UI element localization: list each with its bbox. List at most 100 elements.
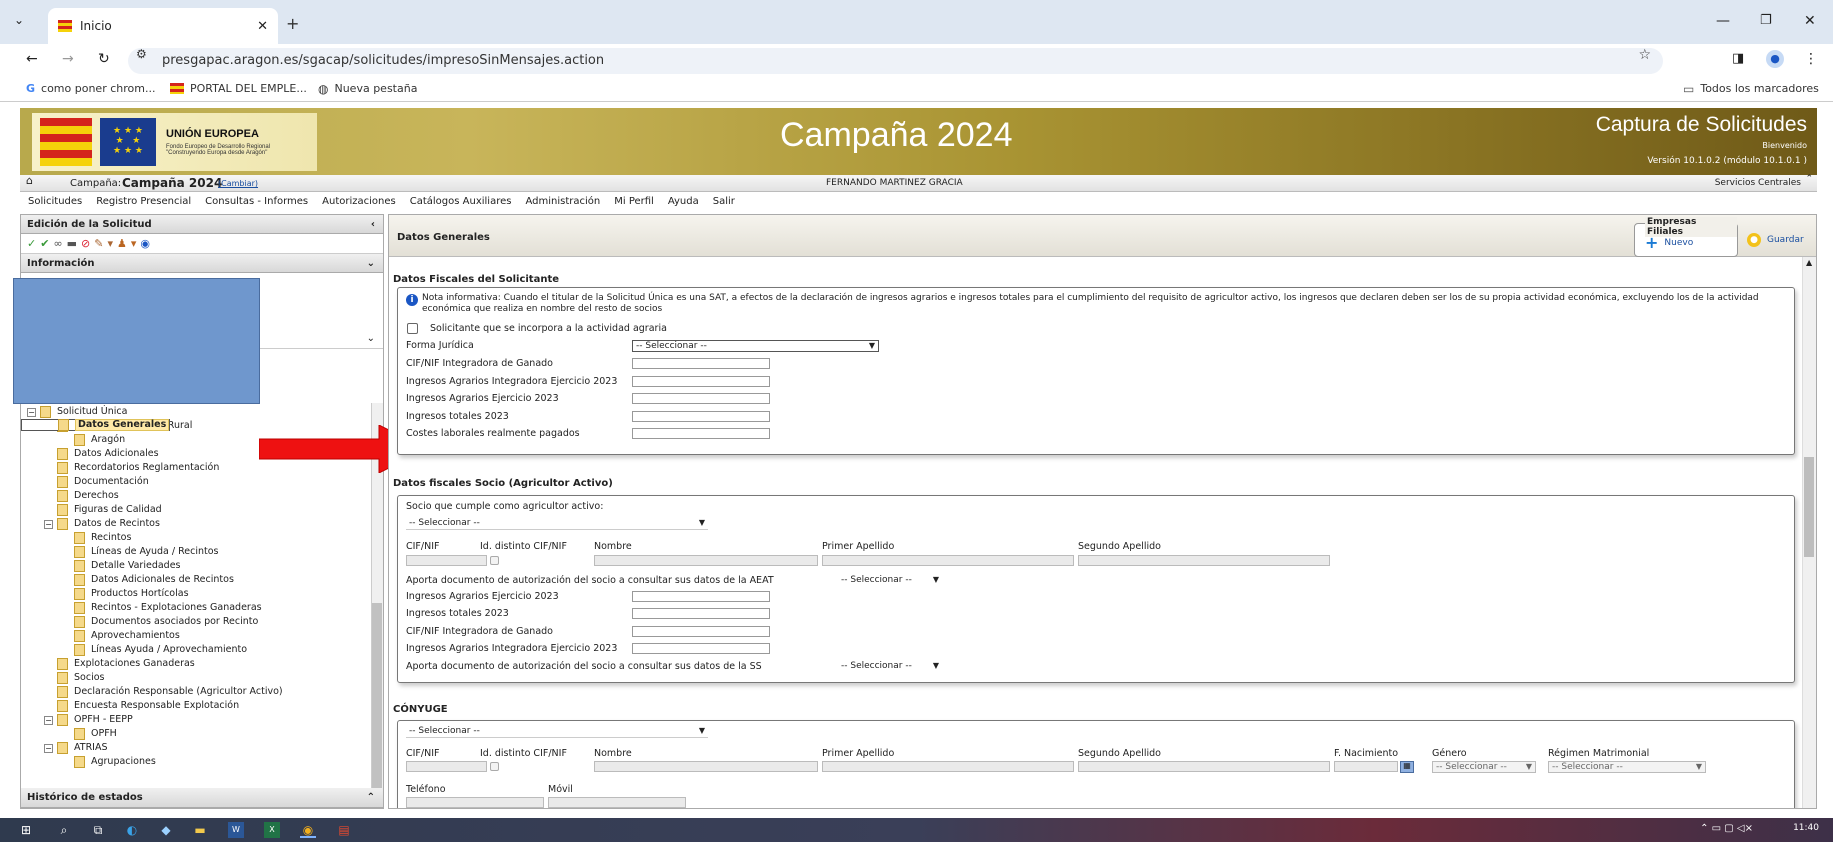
menu-consultas-informes[interactable]: Consultas - Informes <box>205 193 308 211</box>
costes-laborales-input[interactable] <box>632 428 770 439</box>
conyuge-nacimiento-input[interactable] <box>1334 761 1398 772</box>
close-window-icon[interactable]: ✕ <box>1804 14 1816 28</box>
word-icon[interactable]: W <box>228 822 244 838</box>
all-bookmarks[interactable]: ▭ Todos los marcadores <box>1683 82 1819 95</box>
cancel-icon[interactable]: ⊘ <box>81 237 94 250</box>
browser-tab[interactable]: Inicio ✕ <box>48 8 278 44</box>
home-icon[interactable]: ⌂ <box>26 175 33 186</box>
forward-icon[interactable]: → <box>62 52 74 66</box>
print-icon[interactable]: ▬ <box>67 237 81 250</box>
socio-ape2-input[interactable] <box>1078 555 1330 566</box>
system-tray-icons[interactable]: ⌃ ▭ ▢ ◁× <box>1700 823 1753 834</box>
tree-item[interactable]: − Datos de Recintos <box>21 517 385 531</box>
socio-ape1-input[interactable] <box>822 555 1074 566</box>
close-tab-icon[interactable]: ✕ <box>257 20 268 33</box>
guardar-button[interactable]: ● Guardar <box>1747 233 1804 247</box>
info-icon[interactable]: ◉ <box>140 237 154 250</box>
bookmark-star-icon[interactable]: ☆ <box>1638 48 1651 62</box>
menu-kebab-icon[interactable]: ⋮ <box>1804 52 1818 66</box>
ing-agrarios-input[interactable] <box>632 393 770 404</box>
socio-cif-input[interactable] <box>406 555 487 566</box>
conyuge-select[interactable]: -- Seleccionar -- ▼ <box>406 726 708 738</box>
tree-item[interactable]: Agrupaciones <box>21 755 385 769</box>
new-tab-icon[interactable]: + <box>286 16 299 32</box>
infinity-icon[interactable]: ∞ <box>53 237 66 250</box>
genero-select[interactable]: -- Seleccionar -- ▼ <box>1432 761 1536 773</box>
tree-item[interactable]: Recintos - Explotaciones Ganaderas <box>21 601 385 615</box>
tree-item[interactable]: − Solicitud Única <box>21 405 385 419</box>
socio-ing-totales-input[interactable] <box>632 608 770 619</box>
conyuge-ape2-input[interactable] <box>1078 761 1330 772</box>
cif-integradora-input[interactable] <box>632 358 770 369</box>
forma-juridica-select[interactable]: -- Seleccionar -- ▼ <box>632 340 879 352</box>
search-icon[interactable]: ⌕ <box>56 822 72 838</box>
menu-administracion[interactable]: Administración <box>525 193 600 211</box>
menu-solicitudes[interactable]: Solicitudes <box>28 193 82 211</box>
ss-select[interactable]: -- Seleccionar -- ▼ <box>838 661 942 673</box>
side-panel-icon[interactable]: ◨ <box>1732 52 1744 65</box>
restore-icon[interactable]: ❐ <box>1760 14 1772 27</box>
socio-ing-agrarios-input[interactable] <box>632 591 770 602</box>
nuevo-button[interactable]: + Nuevo <box>1645 235 1693 251</box>
validate-icon[interactable]: ✓ <box>27 237 40 250</box>
menu-catalogos-auxiliares[interactable]: Catálogos Auxiliares <box>410 193 512 211</box>
ing-totales-input[interactable] <box>632 411 770 422</box>
tree-item[interactable]: Aprovechamientos <box>21 629 385 643</box>
incorporacion-checkbox[interactable] <box>407 323 418 334</box>
collapse-left-icon[interactable]: ‹ <box>371 215 375 234</box>
bookmark-portal[interactable]: PORTAL DEL EMPLE... <box>170 82 307 95</box>
collapse-icon[interactable]: ⌃ <box>1805 175 1813 184</box>
collapse-node-icon[interactable]: − <box>44 743 53 753</box>
profile-icon[interactable]: ● <box>1766 50 1784 68</box>
info-panel-header[interactable]: Información ⌄ <box>21 254 383 273</box>
tab-list-icon[interactable]: ⌄ <box>14 14 24 26</box>
content-scrollbar[interactable]: ▲ <box>1802 257 1816 808</box>
windows-start-icon[interactable]: ⊞ <box>18 822 34 838</box>
tree-item[interactable]: Documentos asociados por Recinto <box>21 615 385 629</box>
menu-registro-presencial[interactable]: Registro Presencial <box>96 193 191 211</box>
back-icon[interactable]: ← <box>26 52 38 66</box>
collapse-node-icon[interactable]: − <box>27 407 36 417</box>
tree-item[interactable]: Socios <box>21 671 385 685</box>
tree-item[interactable]: Encuesta Responsable Explotación <box>21 699 385 713</box>
collapse-node-icon[interactable]: − <box>44 715 53 725</box>
menu-salir[interactable]: Salir <box>713 193 735 211</box>
chrome-icon[interactable]: ◉ <box>300 822 316 838</box>
change-campaign-link[interactable]: (Cambiar) <box>218 175 258 192</box>
tree-item[interactable]: Figuras de Calidad <box>21 503 385 517</box>
pdf-icon[interactable]: ▤ <box>336 822 352 838</box>
tree-item[interactable]: Declaración Responsable (Agricultor Acti… <box>21 685 385 699</box>
regimen-select[interactable]: -- Seleccionar -- ▼ <box>1548 761 1706 773</box>
minimize-icon[interactable]: — <box>1716 14 1730 28</box>
check-icon[interactable]: ✔ <box>40 237 53 250</box>
conyuge-nombre-input[interactable] <box>594 761 818 772</box>
content-scroll-thumb[interactable] <box>1804 457 1814 557</box>
url-input[interactable]: ⚙ presgapac.aragon.es/sgacap/solicitudes… <box>128 48 1663 74</box>
tree-item[interactable]: Derechos <box>21 489 385 503</box>
tools-icon[interactable]: ✎▾ <box>94 237 117 250</box>
socio-cif-integradora-input[interactable] <box>632 626 770 637</box>
chevron-up-icon[interactable]: ⌃ <box>367 788 375 807</box>
socio-select[interactable]: -- Seleccionar -- ▼ <box>406 518 708 530</box>
tree-item[interactable]: − OPFH - EEPP <box>21 713 385 727</box>
menu-autorizaciones[interactable]: Autorizaciones <box>322 193 396 211</box>
chevron-down-icon[interactable]: ⌄ <box>367 334 375 344</box>
telefono-input[interactable] <box>406 797 544 808</box>
tree-item[interactable]: OPFH <box>21 727 385 741</box>
bookmark-google[interactable]: G como poner chrom... <box>26 82 155 95</box>
excel-icon[interactable]: X <box>264 822 280 838</box>
tree-item[interactable]: Recintos <box>21 531 385 545</box>
socio-id-distinto-checkbox[interactable] <box>490 556 499 565</box>
reload-icon[interactable]: ↻ <box>98 52 110 66</box>
tree-item[interactable]: Datos Generales <box>21 419 171 431</box>
tree-scroll-thumb[interactable] <box>372 603 382 803</box>
tree-item[interactable]: Detalle Variedades <box>21 559 385 573</box>
socio-ing-integradora-input[interactable] <box>632 643 770 654</box>
user-icon[interactable]: ♟▾ <box>117 237 140 250</box>
calendar-icon[interactable]: ▦ <box>1400 761 1414 773</box>
history-panel-header[interactable]: Histórico de estados ⌃ <box>21 788 383 808</box>
menu-mi-perfil[interactable]: Mi Perfil <box>614 193 654 211</box>
scroll-up-icon[interactable]: ▲ <box>1806 259 1812 267</box>
conyuge-ape1-input[interactable] <box>822 761 1074 772</box>
tree-item[interactable]: Líneas Ayuda / Aprovechamiento <box>21 643 385 657</box>
